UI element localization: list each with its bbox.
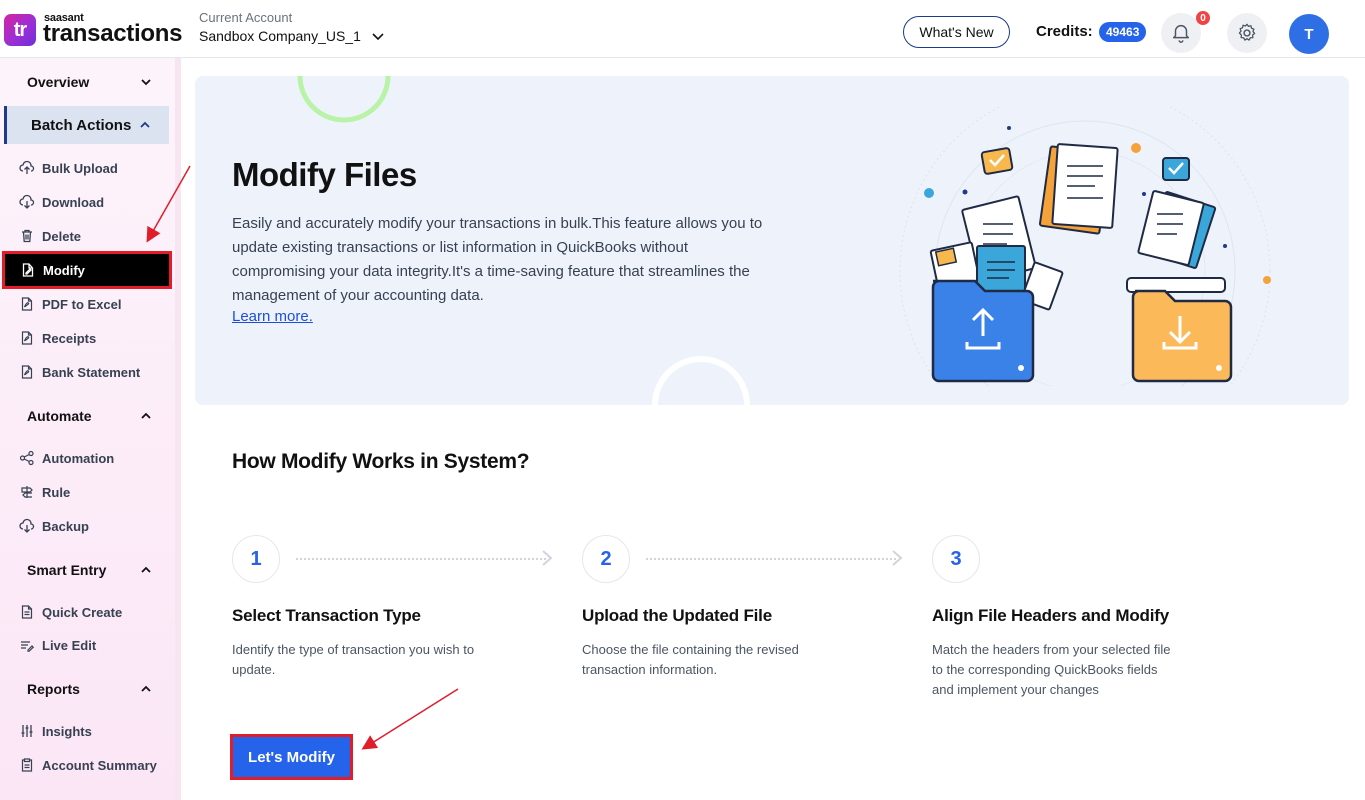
top-header: tr saasant transactions Current Account … — [0, 0, 1365, 58]
credits-badge: 49463 — [1099, 22, 1147, 42]
item-label: Quick Create — [42, 604, 123, 620]
sidebar-scrollbar[interactable] — [175, 58, 181, 800]
item-label: Automation — [42, 450, 115, 466]
item-label: Receipts — [42, 330, 97, 346]
brand-logo-icon[interactable]: tr — [4, 14, 36, 46]
receipt-icon — [18, 329, 36, 347]
share-nodes-icon — [18, 449, 36, 467]
edit-file-icon — [19, 261, 37, 279]
step-connector — [646, 558, 896, 560]
sidebar-item-live-edit[interactable]: Live Edit — [4, 630, 170, 660]
brand-name[interactable]: transactions — [43, 20, 182, 48]
chevron-down-icon — [372, 33, 384, 41]
credits-label: Credits: — [1036, 23, 1093, 40]
keyboard-edit-icon — [18, 636, 36, 654]
sidebar-section-automate[interactable]: Automate — [0, 397, 170, 435]
document-icon — [18, 603, 36, 621]
signpost-icon — [18, 483, 36, 501]
item-label: Account Summary — [42, 757, 157, 773]
sidebar-item-account-summary[interactable]: Account Summary — [4, 750, 170, 780]
section-label: Automate — [27, 408, 92, 424]
current-account-label: Current Account — [199, 10, 293, 25]
chevron-right-icon — [892, 550, 903, 566]
section-label: Overview — [27, 74, 90, 90]
cloud-download-icon — [18, 193, 36, 211]
section-label: Batch Actions — [31, 116, 132, 134]
item-label: Delete — [42, 228, 82, 244]
sidebar-item-bank-statement[interactable]: Bank Statement — [4, 357, 170, 387]
clipboard-icon — [18, 756, 36, 774]
pdf-file-icon — [18, 295, 36, 313]
statement-icon — [18, 363, 36, 381]
learn-more-link[interactable]: Learn more. — [232, 308, 313, 325]
item-label: Bulk Upload — [42, 160, 118, 176]
lets-modify-button[interactable]: Let's Modify — [230, 734, 353, 780]
sidebar-section-reports[interactable]: Reports — [0, 670, 170, 708]
step-description: Choose the file containing the revised t… — [582, 642, 799, 677]
chevron-up-icon — [141, 412, 151, 419]
notifications-button[interactable] — [1161, 13, 1201, 53]
page-title: Modify Files — [232, 156, 417, 193]
item-label: Modify — [43, 262, 85, 278]
item-label: Insights — [42, 723, 92, 739]
account-selector[interactable]: Sandbox Company_US_1 — [199, 28, 385, 44]
sidebar-section-batch-actions[interactable]: Batch Actions — [4, 106, 169, 144]
step-description: Match the headers from your selected fil… — [932, 642, 1171, 697]
cloud-backup-icon — [18, 517, 36, 535]
item-label: Backup — [42, 518, 89, 534]
settings-button[interactable] — [1227, 13, 1267, 53]
item-label: Live Edit — [42, 637, 97, 653]
step-title: Upload the Updated File — [582, 606, 772, 625]
sidebar-item-download[interactable]: Download — [4, 187, 170, 217]
cloud-upload-icon — [18, 159, 36, 177]
sidebar-item-delete[interactable]: Delete — [4, 221, 170, 251]
gear-icon — [1238, 23, 1256, 41]
section-title: How Modify Works in System? — [232, 450, 530, 473]
chevron-up-icon — [141, 685, 151, 692]
step-title: Select Transaction Type — [232, 606, 421, 625]
whats-new-button[interactable]: What's New — [903, 16, 1010, 48]
sidebar-item-bulk-upload[interactable]: Bulk Upload — [4, 153, 170, 183]
sidebar-item-modify[interactable]: Modify — [2, 251, 172, 289]
sidebar-item-pdf-to-excel[interactable]: PDF to Excel — [4, 289, 170, 319]
sliders-icon — [18, 722, 36, 740]
chevron-up-icon — [140, 121, 150, 128]
item-label: Download — [42, 194, 105, 210]
step-number: 1 — [232, 535, 280, 583]
account-name: Sandbox Company_US_1 — [199, 28, 361, 44]
sidebar-section-smart-entry[interactable]: Smart Entry — [0, 551, 170, 589]
item-label: PDF to Excel — [42, 296, 122, 312]
sidebar-item-rule[interactable]: Rule — [4, 477, 170, 507]
sidebar-item-backup[interactable]: Backup — [4, 511, 170, 541]
chevron-down-icon — [141, 79, 151, 86]
chevron-right-icon — [542, 550, 553, 566]
hero-banner: Modify Files Easily and accurately modif… — [195, 76, 1349, 405]
user-avatar[interactable]: T — [1289, 14, 1329, 54]
step-description: Identify the type of transaction you wis… — [232, 642, 475, 677]
sidebar-item-automation[interactable]: Automation — [4, 443, 170, 473]
bell-icon — [1172, 25, 1190, 43]
sidebar-section-overview[interactable]: Overview — [0, 63, 170, 101]
step-title: Align File Headers and Modify — [932, 606, 1169, 625]
step-number: 2 — [582, 535, 630, 583]
item-label: Rule — [42, 484, 71, 500]
step-connector — [296, 558, 546, 560]
notification-count-badge: 0 — [1196, 11, 1210, 25]
sidebar-item-quick-create[interactable]: Quick Create — [4, 597, 170, 627]
step-number: 3 — [932, 535, 980, 583]
trash-icon — [18, 227, 36, 245]
section-label: Reports — [27, 681, 80, 697]
hero-description: Easily and accurately modify your transa… — [232, 215, 763, 304]
folders-illustration-icon — [899, 106, 1271, 386]
sidebar-item-receipts[interactable]: Receipts — [4, 323, 170, 353]
section-label: Smart Entry — [27, 562, 107, 578]
item-label: Bank Statement — [42, 364, 141, 380]
sidebar-item-insights[interactable]: Insights — [4, 716, 170, 746]
chevron-up-icon — [141, 566, 151, 573]
